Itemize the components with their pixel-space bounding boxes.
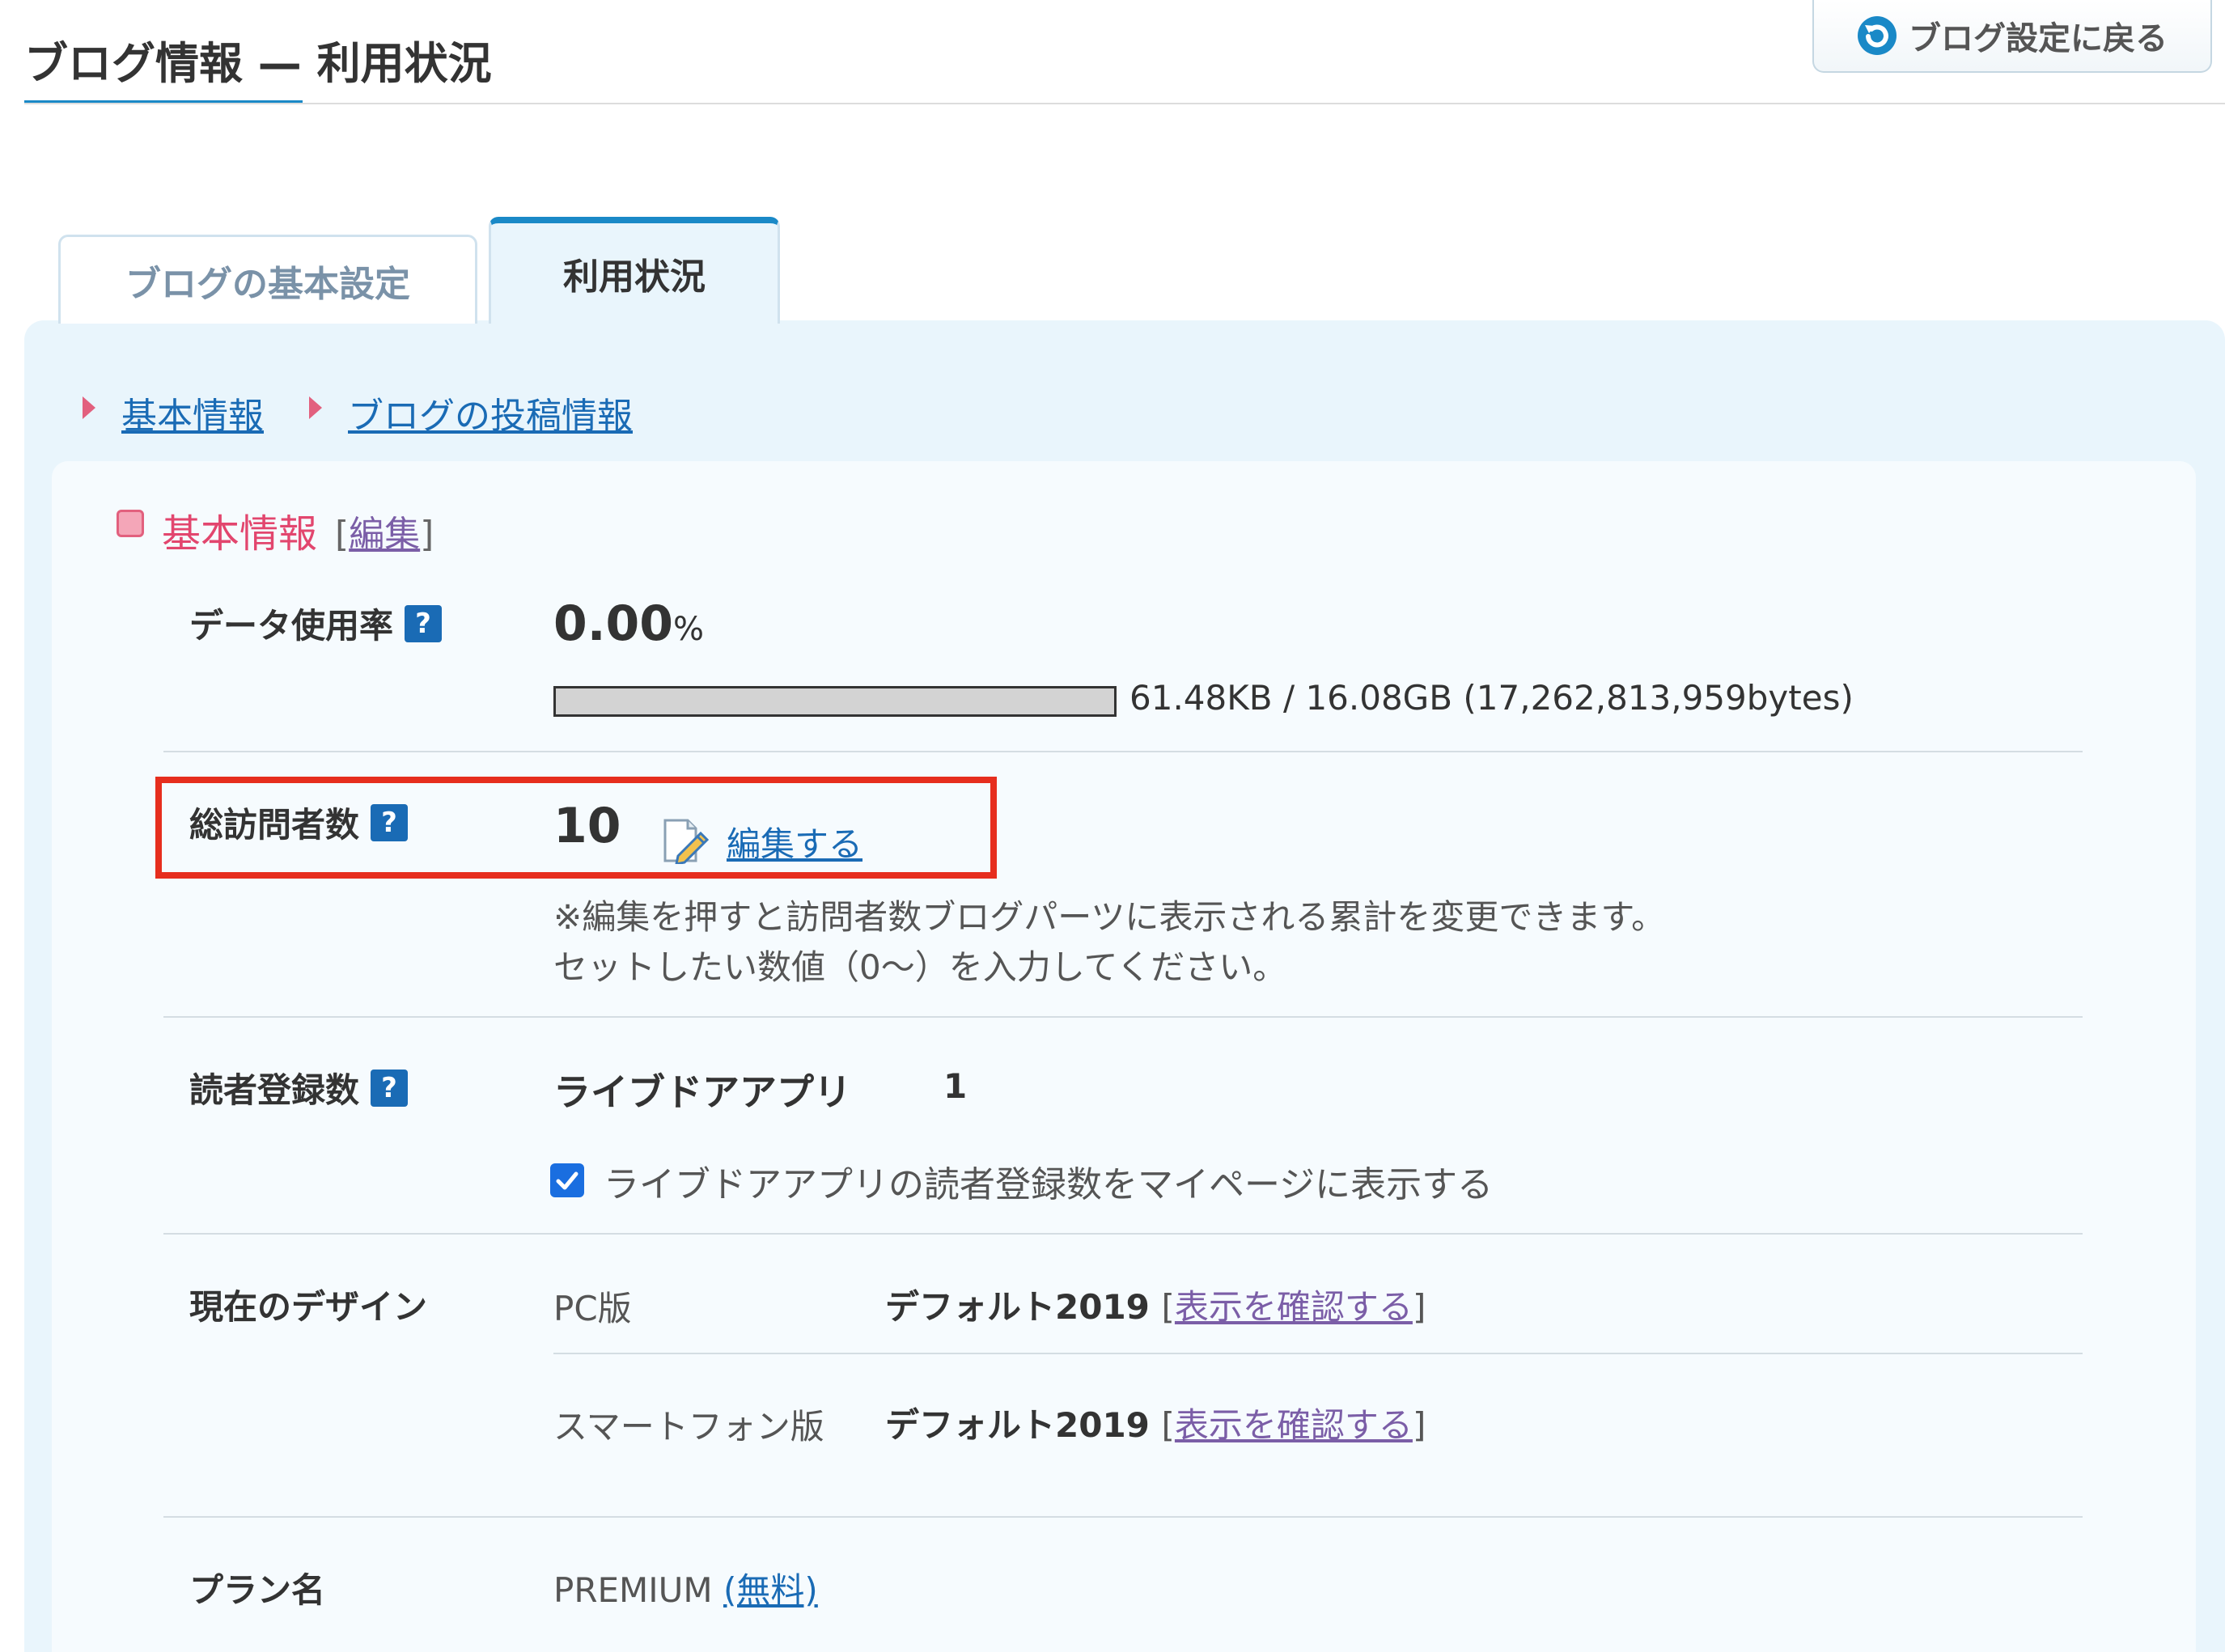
row-divider <box>163 1233 2083 1235</box>
refresh-arrow-icon <box>1857 15 1897 56</box>
back-to-blog-settings-button[interactable]: ブログ設定に戻る <box>1812 0 2212 73</box>
data-usage-value: 0.00% <box>553 595 704 652</box>
bracket: ] <box>1413 1405 1426 1445</box>
plan-label: プラン名 <box>189 1563 325 1612</box>
row-divider <box>553 1353 2083 1354</box>
design-sp-row: デフォルト2019 [表示を確認する] <box>885 1398 1426 1447</box>
row-divider <box>163 1516 2083 1518</box>
subnav-post-info-link[interactable]: ブログの投稿情報 <box>348 387 633 438</box>
plan-price-link[interactable]: (無料) <box>723 1570 818 1610</box>
design-label: 現在のデザイン <box>189 1280 427 1329</box>
tab-label: 利用状況 <box>563 248 706 299</box>
visitors-note-line2: セットしたい数値（0〜）を入力してください。 <box>553 940 1286 989</box>
design-pc-row: デフォルト2019 [表示を確認する] <box>885 1280 1426 1329</box>
bracket: [ <box>1162 1287 1175 1327</box>
header-divider <box>24 103 2225 104</box>
bracket: ] <box>1413 1287 1426 1327</box>
checkmark-icon <box>554 1167 580 1193</box>
design-sp-device: スマートフォン版 <box>553 1400 824 1449</box>
design-sp-name: デフォルト2019 <box>885 1405 1150 1445</box>
reader-app-name: ライブドアアプリ <box>553 1063 851 1116</box>
section-edit: [編集] <box>335 505 434 557</box>
visitors-note-line1: ※編集を押すと訪問者数ブログパーツに表示される累計を変更できます。 <box>553 890 1665 939</box>
triangle-right-icon <box>309 396 322 419</box>
bracket: ] <box>420 514 434 555</box>
subnav-basic-info-link[interactable]: 基本情報 <box>121 387 264 438</box>
help-icon[interactable]: ? <box>371 1070 408 1107</box>
reader-count: 1 <box>943 1066 967 1106</box>
plan-value: PREMIUM (無料) <box>553 1563 818 1612</box>
row-divider <box>163 751 2083 752</box>
usage-progress-bar <box>553 686 1117 717</box>
triangle-right-icon <box>83 396 95 419</box>
show-reader-count-checkbox[interactable] <box>550 1163 584 1197</box>
section-edit-link[interactable]: 編集 <box>349 514 420 555</box>
usage-number: 0.00 <box>553 595 673 652</box>
bracket: [ <box>335 514 349 555</box>
design-pc-name: デフォルト2019 <box>885 1287 1150 1327</box>
tab-basic-settings[interactable]: ブログの基本設定 <box>58 235 477 324</box>
plan-label-wrap: プラン名 <box>189 1563 325 1612</box>
highlight-box <box>155 777 997 879</box>
section-title: 基本情報 <box>162 502 317 558</box>
plan-name: PREMIUM <box>553 1570 713 1610</box>
usage-size-text: 61.48KB / 16.08GB (17,262,813,959bytes) <box>1129 678 1854 718</box>
help-icon[interactable]: ? <box>405 605 442 642</box>
design-pc-device: PC版 <box>553 1281 632 1331</box>
back-button-label: ブログ設定に戻る <box>1909 12 2168 59</box>
tab-usage-status[interactable]: 利用状況 <box>489 217 780 324</box>
bracket: [ <box>1162 1405 1175 1445</box>
show-reader-count-label[interactable]: ライブドアアプリの読者登録数をマイページに表示する <box>604 1155 1493 1207</box>
page-title: ブログ情報 — 利用状況 <box>24 28 492 91</box>
design-label-wrap: 現在のデザイン <box>189 1280 427 1329</box>
design-sp-confirm-link[interactable]: 表示を確認する <box>1175 1405 1413 1445</box>
readers-label-wrap: 読者登録数 ? <box>189 1063 408 1112</box>
tab-label: ブログの基本設定 <box>125 255 410 307</box>
data-usage-label: データ使用率 <box>189 599 393 648</box>
data-usage-label-wrap: データ使用率 ? <box>189 599 442 648</box>
design-pc-confirm-link[interactable]: 表示を確認する <box>1175 1287 1413 1327</box>
row-divider <box>163 1016 2083 1018</box>
readers-label: 読者登録数 <box>189 1063 359 1112</box>
square-bullet-icon <box>117 510 144 537</box>
usage-unit: % <box>673 611 704 648</box>
